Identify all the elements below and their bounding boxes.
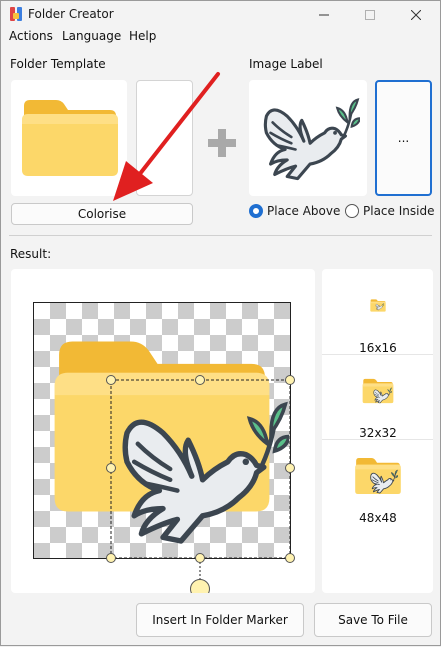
resize-handle-left[interactable]: [106, 463, 116, 473]
template-slot-empty[interactable]: [136, 80, 193, 196]
minimize-button[interactable]: [301, 1, 347, 28]
browse-image-button[interactable]: ...: [375, 80, 432, 196]
title-bar: Folder Creator: [1, 1, 440, 28]
maximize-icon: [365, 9, 375, 20]
place-inside-option[interactable]: Place Inside: [345, 204, 434, 218]
preview-48-icon: [354, 453, 402, 501]
result-canvas[interactable]: [33, 302, 291, 559]
folder-creator-window: Folder Creator Actions Language Help Fol…: [0, 0, 441, 646]
menu-help[interactable]: Help: [129, 29, 156, 43]
close-icon: [411, 9, 421, 20]
resize-handle-top-right[interactable]: [285, 375, 295, 385]
preview-32-icon: [362, 375, 394, 407]
folder-icon: [20, 98, 120, 178]
menu-actions[interactable]: Actions: [9, 29, 53, 43]
size-label-16: 16x16: [359, 341, 397, 355]
plus-icon: [208, 129, 236, 157]
save-to-file-button[interactable]: Save To File: [314, 603, 432, 637]
resize-handle-top[interactable]: [195, 375, 205, 385]
folder-template-preview[interactable]: [11, 80, 127, 196]
resize-handle-bottom[interactable]: [195, 553, 205, 563]
resize-handle-bottom-left[interactable]: [106, 553, 116, 563]
window-title: Folder Creator: [28, 7, 114, 21]
maximize-button[interactable]: [347, 1, 393, 28]
minimize-icon: [319, 14, 329, 15]
folder-template-label: Folder Template: [10, 57, 106, 71]
menu-bar: Actions Language Help: [1, 28, 440, 47]
resize-handle-bottom-right[interactable]: [285, 553, 295, 563]
section-divider: [9, 235, 432, 236]
insert-in-folder-marker-button[interactable]: Insert In Folder Marker: [136, 603, 304, 637]
image-label-preview[interactable]: [249, 80, 367, 196]
preview-separator: [322, 354, 433, 355]
size-label-48: 48x48: [359, 511, 397, 525]
colorise-button[interactable]: Colorise: [11, 203, 193, 225]
result-dove-icon: [109, 379, 289, 559]
preview-separator: [322, 439, 433, 440]
resize-handle-top-left[interactable]: [106, 375, 116, 385]
place-above-option[interactable]: Place Above: [249, 204, 340, 218]
image-label-heading: Image Label: [249, 57, 323, 71]
radio-unselected-icon[interactable]: [345, 204, 359, 218]
place-inside-label: Place Inside: [363, 204, 435, 218]
close-button[interactable]: [393, 1, 439, 28]
preview-16-icon: [370, 297, 386, 313]
rotate-handle[interactable]: [190, 579, 210, 593]
place-above-label: Place Above: [267, 204, 341, 218]
size-label-32: 32x32: [359, 426, 397, 440]
dove-icon: [256, 85, 360, 189]
menu-language[interactable]: Language: [62, 29, 121, 43]
folder-marker-app-icon: [10, 7, 22, 21]
radio-selected-icon[interactable]: [249, 204, 263, 218]
resize-handle-right[interactable]: [285, 463, 295, 473]
result-label: Result:: [10, 247, 52, 261]
